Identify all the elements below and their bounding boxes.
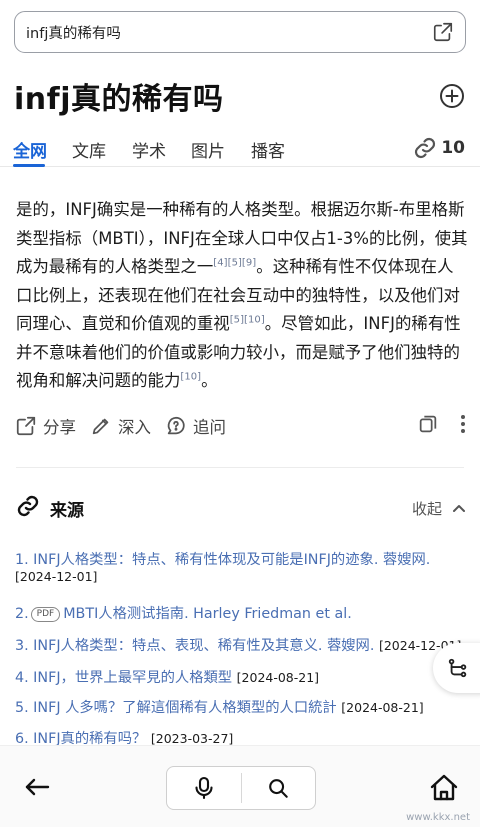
- add-circle-icon[interactable]: [438, 82, 466, 110]
- pdf-badge: PDF: [30, 607, 61, 622]
- source-title[interactable]: 1. INFJ人格类型：特点、稀有性体现及可能是INFJ的迹象. 蓉嫂网.: [15, 552, 430, 568]
- share-label: 分享: [43, 418, 76, 437]
- answer-text: 是的，INFJ确实是一种稀有的人格类型。根据迈尔斯-布里格斯类型指标（MBTI）…: [16, 196, 468, 396]
- tab-all[interactable]: 全网: [13, 137, 47, 162]
- page-title: infj真的稀有吗: [14, 82, 224, 117]
- watermark: www.kkx.net: [406, 812, 470, 823]
- tab-academic[interactable]: 学术: [132, 137, 166, 162]
- flow-icon: [448, 658, 467, 678]
- source-date: [2024-08-21]: [236, 670, 320, 685]
- answer-actions: 分享 深入 追问: [15, 412, 467, 440]
- open-external-icon[interactable]: [431, 20, 455, 44]
- mindmap-button[interactable]: [433, 643, 480, 693]
- source-date: [2024-12-01]: [15, 569, 98, 584]
- search-bar[interactable]: infj真的稀有吗: [14, 11, 466, 53]
- follow-up-label: 追问: [193, 418, 226, 437]
- source-item[interactable]: 1. INFJ人格类型：特点、稀有性体现及可能是INFJ的迹象. 蓉嫂网. [2…: [15, 548, 430, 585]
- citation[interactable]: [5][10]: [230, 315, 265, 326]
- deepen-button[interactable]: 深入: [90, 414, 151, 438]
- active-tab-indicator: [13, 164, 45, 167]
- share-button[interactable]: 分享: [15, 414, 76, 438]
- source-title[interactable]: 5. INFJ 人多嗎？了解這個稀有人格類型的人口統計: [15, 700, 337, 716]
- tab-library[interactable]: 文库: [72, 137, 106, 162]
- link-icon: [415, 137, 436, 159]
- source-title[interactable]: MBTI人格测试指南. Harley Friedman et al.: [63, 606, 352, 622]
- answer-part: 。: [201, 371, 218, 390]
- link-icon: [16, 494, 40, 522]
- copy-icon[interactable]: [417, 413, 439, 439]
- tab-bar: 全网 文库 学术 图片 播客 10: [0, 131, 480, 167]
- source-item[interactable]: 2. PDF MBTI人格测试指南. Harley Friedman et al.: [15, 602, 352, 623]
- back-arrow-icon[interactable]: [22, 772, 52, 802]
- question-bubble-icon: [167, 416, 185, 435]
- source-item[interactable]: 4. INFJ，世界上最罕見的人格類型 [2024-08-21]: [15, 666, 319, 687]
- voice-search-pill: [166, 766, 316, 810]
- sources-title: 来源: [50, 500, 84, 521]
- more-icon[interactable]: [459, 413, 467, 439]
- citation[interactable]: [10]: [180, 372, 201, 383]
- pencil-icon: [92, 418, 109, 435]
- source-date: [2024-08-21]: [341, 700, 424, 715]
- link-count-button[interactable]: 10: [413, 136, 465, 160]
- title-row: infj真的稀有吗: [14, 76, 466, 117]
- source-item[interactable]: 3. INFJ人格类型：特点、表现、稀有性及其意义. 蓉嫂网. [2024-12…: [15, 634, 461, 655]
- divider: [16, 467, 464, 468]
- share-icon: [16, 416, 36, 436]
- search-input[interactable]: infj真的稀有吗: [26, 22, 431, 43]
- citation[interactable]: [4][5][9]: [213, 258, 256, 269]
- chevron-up-icon: [453, 505, 465, 512]
- source-number: 2.: [15, 606, 29, 622]
- deepen-label: 深入: [118, 418, 151, 437]
- follow-up-button[interactable]: 追问: [165, 414, 226, 438]
- bottom-bar: www.kkx.net: [0, 745, 480, 827]
- search-icon[interactable]: [242, 767, 316, 809]
- collapse-button[interactable]: 收起: [412, 498, 466, 519]
- source-date: [2023-03-27]: [150, 731, 234, 746]
- link-count: 10: [441, 138, 465, 158]
- home-icon[interactable]: [428, 772, 460, 804]
- source-title[interactable]: 4. INFJ，世界上最罕見的人格類型: [15, 670, 232, 686]
- source-item[interactable]: 5. INFJ 人多嗎？了解這個稀有人格類型的人口統計 [2024-08-21]: [15, 696, 424, 717]
- tab-podcast[interactable]: 播客: [251, 137, 285, 162]
- tab-images[interactable]: 图片: [191, 137, 225, 162]
- sources-header: 来源 收起: [16, 494, 466, 522]
- microphone-icon[interactable]: [167, 767, 241, 809]
- collapse-label: 收起: [411, 499, 442, 518]
- source-title[interactable]: 3. INFJ人格类型：特点、表现、稀有性及其意义. 蓉嫂网.: [15, 638, 374, 654]
